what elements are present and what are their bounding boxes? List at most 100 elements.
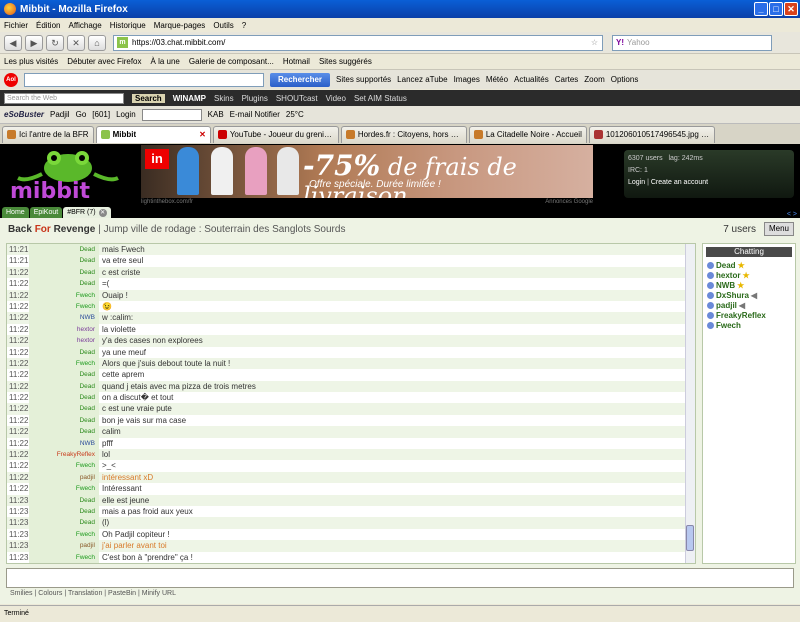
menu-affichage[interactable]: Affichage [68, 21, 101, 30]
message-nick[interactable]: NWB [29, 437, 99, 450]
message-nick[interactable]: Fwech [29, 357, 99, 370]
message-nick[interactable]: Fwech [29, 483, 99, 495]
message-nick[interactable]: Dead [29, 494, 99, 506]
message-nick[interactable]: Dead [29, 266, 99, 279]
toolbar-item[interactable]: Options [611, 75, 639, 84]
message-nick[interactable]: Fwech [29, 460, 99, 472]
user-list-item[interactable]: Fwech [703, 320, 795, 330]
message-nick[interactable]: hextor [29, 335, 99, 347]
message-nick[interactable]: NWB [29, 312, 99, 324]
room-tab-epikout[interactable]: EpiKout [29, 207, 63, 218]
message-nick[interactable]: Dead [29, 426, 99, 438]
toolbar-item[interactable]: Skins [214, 94, 234, 103]
create-account-link[interactable]: Create an account [651, 179, 708, 186]
user-list-item[interactable]: DxShura ◀ [703, 290, 795, 300]
message-nick[interactable]: Dead [29, 278, 99, 290]
address-bar[interactable]: m https://03.chat.mibbit.com/ ☆ [113, 34, 603, 51]
forward-button[interactable]: ▶ [25, 34, 43, 51]
login-link[interactable]: Login [628, 179, 645, 186]
browser-tab[interactable]: Hordes.fr : Citoyens, hors de... [340, 125, 467, 143]
menu-button[interactable]: Menu [763, 222, 794, 236]
back-button[interactable]: ◀ [4, 34, 22, 51]
toolbar-item[interactable]: Video [326, 94, 346, 103]
toolbar-item[interactable]: Set AIM Status [354, 94, 407, 103]
message-nick[interactable]: Dead [29, 403, 99, 415]
browser-tab[interactable]: 101206010517496545.jpg (I... [588, 125, 715, 143]
toolbar-item[interactable]: Cartes [555, 75, 579, 84]
user-list-item[interactable]: FreakyReflex [703, 310, 795, 320]
go-button[interactable]: Go [76, 110, 87, 119]
message-nick[interactable]: Dead [29, 244, 99, 256]
message-nick[interactable]: Dead [29, 369, 99, 381]
toolbar-item[interactable]: Plugins [242, 94, 268, 103]
toolbar-item[interactable]: Images [454, 75, 480, 84]
user-list-item[interactable]: hextor ★ [703, 270, 795, 280]
bookmark-item[interactable]: Sites suggérés [319, 57, 372, 66]
menu-help[interactable]: ? [242, 21, 246, 30]
toolbar-item[interactable]: Zoom [584, 75, 604, 84]
ad-credit[interactable]: Annonces Google [545, 199, 593, 205]
maximize-button[interactable]: □ [769, 2, 783, 16]
ad-url[interactable]: lightinthebox.com/fr [141, 199, 193, 205]
bookmark-star-icon[interactable]: ☆ [591, 38, 598, 47]
toolbar-item[interactable]: Météo [486, 75, 508, 84]
search-box[interactable]: Y! Yahoo [612, 34, 772, 51]
browser-tab[interactable]: Ici l'antre de la BFR [2, 125, 94, 143]
browser-tab[interactable]: YouTube - Joueur du grenier ... [212, 125, 339, 143]
message-nick[interactable]: Dead [29, 392, 99, 404]
room-tab-bfr[interactable]: #BFR (7) ✕ [63, 207, 111, 218]
banner-ad[interactable]: in -75% de frais de livraison Offre spéc… [141, 145, 593, 198]
minimize-button[interactable]: _ [754, 2, 768, 16]
email-notifier[interactable]: E-mail Notifier [230, 110, 280, 119]
room-tab-home[interactable]: Home [2, 207, 29, 218]
toolbar-item[interactable]: SHOUTcast [276, 94, 318, 103]
bookmark-item[interactable]: À la une [151, 57, 180, 66]
bookmark-item[interactable]: Galerie de composant... [189, 57, 274, 66]
home-button[interactable]: ⌂ [88, 34, 106, 51]
scroll-tabs-icon[interactable]: < > [787, 211, 797, 218]
message-nick[interactable]: Dead [29, 414, 99, 427]
user-field[interactable]: Padjil [50, 110, 70, 119]
menu-fichier[interactable]: Fichier [4, 21, 28, 30]
bookmark-item[interactable]: Hotmail [283, 57, 310, 66]
message-nick[interactable]: Fwech [29, 300, 99, 313]
aol-search-input[interactable] [24, 72, 264, 87]
kab-input[interactable] [141, 108, 202, 121]
scrollbar-thumb[interactable] [686, 525, 694, 551]
toolbar-item[interactable]: Sites supportés [336, 75, 391, 84]
aol-search-button[interactable]: Rechercher [270, 72, 331, 87]
reload-button[interactable]: ↻ [46, 34, 64, 51]
message-nick[interactable]: hextor [29, 323, 99, 336]
user-list-item[interactable]: padjil ◀ [703, 300, 795, 310]
message-nick[interactable]: Dead [29, 346, 99, 358]
bookmark-item[interactable]: Les plus visités [4, 57, 58, 66]
message-nick[interactable]: Fwech [29, 528, 99, 541]
user-list-item[interactable]: NWB ★ [703, 280, 795, 290]
user-list-item[interactable]: Dead ★ [703, 260, 795, 270]
message-nick[interactable]: padjil [29, 471, 99, 484]
message-nick[interactable]: Dead [29, 517, 99, 529]
menu-outils[interactable]: Outils [213, 21, 233, 30]
message-nick[interactable]: Dead [29, 380, 99, 393]
message-nick[interactable]: Dead [29, 255, 99, 267]
bookmark-item[interactable]: Débuter avec Firefox [67, 57, 141, 66]
menu-edition[interactable]: Édition [36, 21, 60, 30]
browser-tab-active[interactable]: Mibbit ✕ [95, 125, 211, 143]
web-search-button[interactable]: Search [132, 93, 165, 103]
message-nick[interactable]: Fwech [29, 289, 99, 301]
close-icon[interactable]: ✕ [98, 208, 107, 217]
message-nick[interactable]: padjil [29, 540, 99, 552]
login-button[interactable]: Login [116, 110, 136, 119]
toolbar-item[interactable]: Lancez aTube [397, 75, 447, 84]
toolbar-item[interactable]: Actualités [514, 75, 549, 84]
message-nick[interactable]: FreakyReflex [29, 449, 99, 461]
message-nick[interactable]: Fwech [29, 551, 99, 563]
browser-tab[interactable]: La Citadelle Noire - Accueil [468, 125, 587, 143]
close-button[interactable]: ✕ [784, 2, 798, 16]
menu-marque-pages[interactable]: Marque-pages [154, 21, 206, 30]
message-input[interactable] [6, 568, 794, 588]
message-nick[interactable]: Dead [29, 505, 99, 518]
tab-close-icon[interactable]: ✕ [199, 130, 206, 139]
menu-historique[interactable]: Historique [110, 21, 146, 30]
stop-button[interactable]: ✕ [67, 34, 85, 51]
